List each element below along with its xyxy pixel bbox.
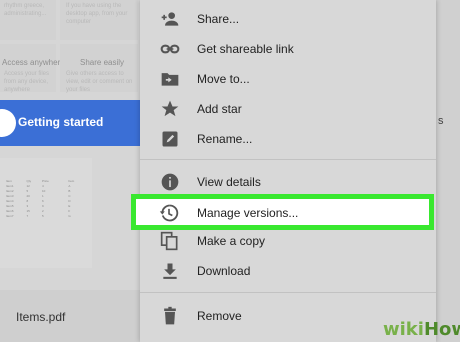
- watermark-wiki: wiki: [383, 319, 424, 340]
- file-name[interactable]: Items.pdf: [16, 310, 65, 324]
- pencil-icon: [162, 131, 178, 147]
- star-icon: [161, 100, 179, 117]
- menu-item-share[interactable]: Share...: [140, 4, 436, 34]
- menu-item-rename[interactable]: Rename...: [140, 124, 436, 154]
- context-menu: Share... Get shareable link Move to... A…: [140, 0, 436, 342]
- menu-item-label: View details: [197, 175, 261, 189]
- link-icon: [160, 44, 180, 54]
- tip-text: rhythm greece, administrating...: [4, 3, 47, 17]
- menu-item-download[interactable]: Download: [140, 256, 436, 286]
- info-icon: [161, 173, 179, 191]
- menu-divider: [140, 292, 436, 293]
- menu-item-label: Make a copy: [197, 234, 266, 248]
- menu-item-manage-versions[interactable]: Manage versions...: [131, 194, 434, 230]
- menu-item-view-details[interactable]: View details: [140, 167, 436, 197]
- menu-item-move-to[interactable]: Move to...: [140, 64, 436, 94]
- menu-item-make-copy[interactable]: Make a copy: [140, 226, 436, 256]
- menu-item-label: Rename...: [197, 132, 253, 146]
- menu-divider: [140, 159, 436, 160]
- menu-item-label: Remove: [197, 309, 242, 323]
- watermark-how: How: [423, 319, 460, 340]
- menu-item-add-star[interactable]: Add star: [140, 94, 436, 124]
- move-folder-icon: [161, 73, 179, 86]
- menu-item-label: Get shareable link: [197, 42, 294, 56]
- menu-item-get-link[interactable]: Get shareable link: [140, 34, 436, 64]
- getting-started-label[interactable]: Getting started: [18, 115, 103, 129]
- tip-text: If you have using the desktop app, from …: [66, 3, 128, 25]
- share-person-icon: [161, 12, 179, 26]
- menu-item-label: Download: [197, 264, 251, 278]
- tip-text: Access your files from any device, anywh…: [4, 71, 50, 93]
- tip-text: Give others access to view, edit or comm…: [66, 71, 133, 93]
- tip-heading: Access anywhere: [2, 58, 65, 67]
- trash-icon: [164, 306, 176, 325]
- wikihow-watermark: wikiHow: [383, 319, 460, 340]
- history-icon: [159, 204, 179, 222]
- right-panel: [436, 0, 460, 342]
- menu-item-label: Add star: [197, 102, 242, 116]
- menu-item-label: Share...: [197, 12, 240, 26]
- copy-icon: [160, 231, 178, 251]
- download-icon: [163, 263, 177, 279]
- thumbnail-table: Item Qty Price Item Item1 12 4 A Item2 5 10 B Ite…: [6, 178, 75, 218]
- right-fragment-text: s: [438, 115, 444, 127]
- menu-item-label: Manage versions...: [197, 206, 299, 220]
- tip-heading: Share easily: [80, 58, 125, 67]
- menu-item-label: Move to...: [197, 72, 250, 86]
